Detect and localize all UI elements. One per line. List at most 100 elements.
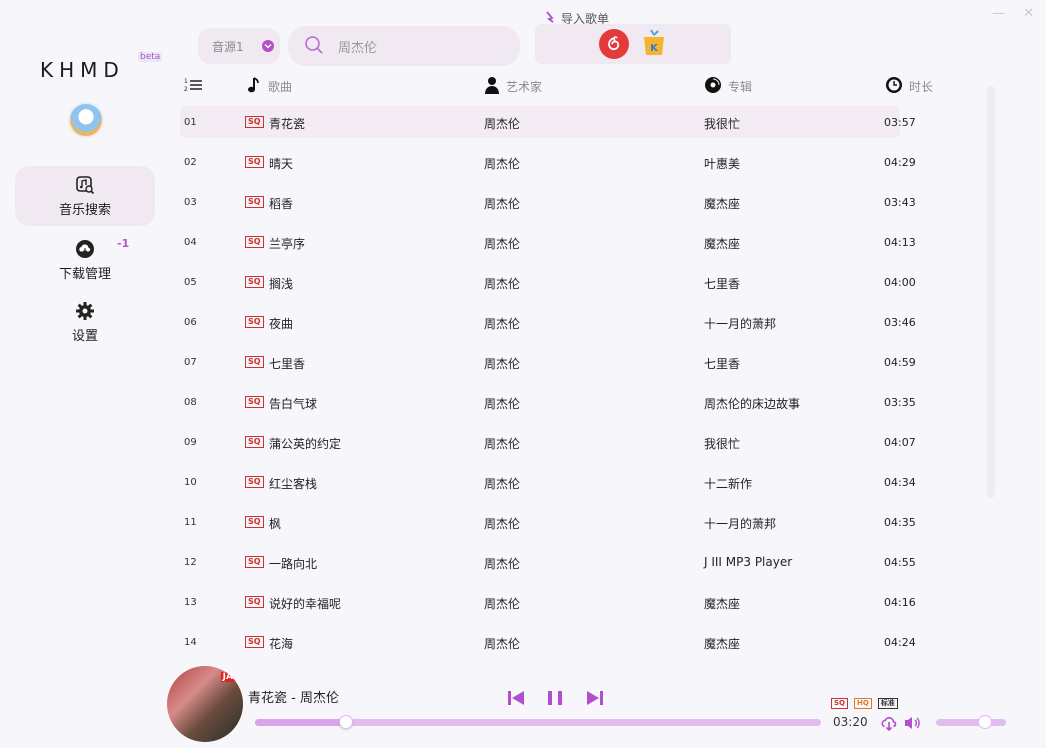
song-artist[interactable]: 周杰伦 — [484, 355, 520, 372]
beta-badge: beta — [138, 52, 163, 62]
song-artist[interactable]: 周杰伦 — [484, 395, 520, 412]
volume-icon[interactable] — [903, 714, 921, 735]
search-input[interactable] — [338, 38, 498, 54]
sq-quality-badge: SQ — [245, 516, 264, 528]
clock-icon — [885, 76, 903, 97]
song-album[interactable]: 魔杰座 — [704, 235, 740, 252]
song-album[interactable]: 七里香 — [704, 355, 740, 372]
import-playlist-panel — [535, 24, 731, 64]
avatar[interactable] — [68, 102, 104, 138]
close-button[interactable]: ✕ — [1023, 6, 1034, 21]
table-row[interactable]: 08 SQ 告白气球 周杰伦 周杰伦的床边故事 03:35 — [180, 386, 916, 418]
song-album[interactable]: 十一月的萧邦 — [704, 315, 776, 332]
sq-quality-badge: SQ — [245, 596, 264, 608]
download-icon[interactable] — [880, 714, 898, 735]
netease-music-icon[interactable] — [599, 29, 629, 59]
song-album[interactable]: 七里香 — [704, 275, 740, 292]
pause-button[interactable] — [545, 688, 565, 711]
song-artist[interactable]: 周杰伦 — [484, 595, 520, 612]
table-row[interactable]: 10 SQ 红尘客栈 周杰伦 十二新作 04:34 — [180, 466, 916, 498]
song-artist[interactable]: 周杰伦 — [484, 515, 520, 532]
search-icon[interactable] — [304, 35, 324, 58]
song-album[interactable]: 魔杰座 — [704, 595, 740, 612]
table-row[interactable]: 01 SQ 青花瓷 周杰伦 我很忙 03:57 — [180, 106, 916, 138]
song-duration: 03:43 — [884, 196, 916, 209]
song-title: 红尘客栈 — [269, 477, 318, 491]
sq-quality-badge: SQ — [245, 316, 264, 328]
table-row[interactable]: 03 SQ 稻香 周杰伦 魔杰座 03:43 — [180, 186, 916, 218]
previous-track-button[interactable] — [506, 688, 526, 711]
song-album[interactable]: 十一月的萧邦 — [704, 515, 776, 532]
song-artist[interactable]: 周杰伦 — [484, 635, 520, 652]
song-artist[interactable]: 周杰伦 — [484, 155, 520, 172]
table-row[interactable]: 11 SQ 枫 周杰伦 十一月的萧邦 04:35 — [180, 506, 916, 538]
song-album[interactable]: J III MP3 Player — [704, 555, 792, 569]
minimize-button[interactable]: — — [992, 6, 1005, 21]
album-cover[interactable]: JA — [167, 666, 243, 742]
song-artist[interactable]: 周杰伦 — [484, 195, 520, 212]
svg-text:K: K — [650, 43, 659, 54]
song-album[interactable]: 魔杰座 — [704, 635, 740, 652]
table-row[interactable]: 04 SQ 兰亭序 周杰伦 魔杰座 04:13 — [180, 226, 916, 258]
playback-progress-bar[interactable] — [255, 715, 821, 729]
song-artist[interactable]: 周杰伦 — [484, 555, 520, 572]
table-row[interactable]: 07 SQ 七里香 周杰伦 七里香 04:59 — [180, 346, 916, 378]
song-duration: 04:29 — [884, 156, 916, 169]
column-header-album[interactable]: 专辑 — [704, 76, 752, 97]
table-row[interactable]: 12 SQ 一路向北 周杰伦 J III MP3 Player 04:55 — [180, 546, 916, 578]
song-title: 夜曲 — [269, 317, 294, 331]
table-row[interactable]: 09 SQ 蒲公英的约定 周杰伦 我很忙 04:07 — [180, 426, 916, 458]
kugou-music-icon[interactable]: K — [640, 29, 668, 59]
sq-quality-badge: SQ — [245, 396, 264, 408]
sidebar-item-download-manager[interactable]: 下载管理 — [15, 230, 155, 290]
song-artist[interactable]: 周杰伦 — [484, 115, 520, 132]
column-header-duration[interactable]: 时长 — [885, 76, 933, 97]
quality-standard-button[interactable]: 标准 — [877, 698, 898, 709]
row-number: 11 — [184, 517, 197, 528]
music-search-icon — [75, 175, 95, 195]
song-album[interactable]: 十二新作 — [704, 475, 752, 492]
sq-quality-badge: SQ — [245, 556, 264, 568]
table-row[interactable]: 02 SQ 晴天 周杰伦 叶惠美 04:29 — [180, 146, 916, 178]
music-source-select[interactable]: 音源1 — [198, 28, 280, 64]
row-number: 01 — [184, 117, 197, 128]
quality-hq-button[interactable]: HQ — [854, 698, 872, 709]
row-number: 13 — [184, 597, 197, 608]
sidebar-item-label: 音乐搜索 — [58, 202, 111, 218]
song-artist[interactable]: 周杰伦 — [484, 235, 520, 252]
song-album[interactable]: 叶惠美 — [704, 155, 740, 172]
volume-slider[interactable] — [936, 715, 1006, 729]
song-album[interactable]: 魔杰座 — [704, 195, 740, 212]
progress-handle[interactable] — [338, 715, 353, 729]
song-title: 七里香 — [269, 357, 306, 371]
table-row[interactable]: 14 SQ 花海 周杰伦 魔杰座 04:24 — [180, 626, 916, 658]
table-row[interactable]: 13 SQ 说好的幸福呢 周杰伦 魔杰座 04:16 — [180, 586, 916, 618]
song-title: 一路向北 — [269, 557, 318, 571]
sidebar: KHMD beta 音乐搜索 下载管理 -1 设置 — [0, 0, 170, 748]
vertical-scrollbar[interactable] — [987, 86, 995, 498]
row-number: 03 — [184, 197, 197, 208]
song-artist[interactable]: 周杰伦 — [484, 275, 520, 292]
song-album[interactable]: 我很忙 — [704, 435, 740, 452]
quality-sq-button[interactable]: SQ — [831, 698, 848, 709]
song-album[interactable]: 周杰伦的床边故事 — [704, 395, 800, 412]
sidebar-item-settings[interactable]: 设置 — [15, 292, 155, 352]
table-row[interactable]: 06 SQ 夜曲 周杰伦 十一月的萧邦 03:46 — [180, 306, 916, 338]
sq-quality-badge: SQ — [245, 156, 264, 168]
song-artist[interactable]: 周杰伦 — [484, 435, 520, 452]
sidebar-item-music-search[interactable]: 音乐搜索 — [15, 166, 155, 226]
song-artist[interactable]: 周杰伦 — [484, 315, 520, 332]
song-album[interactable]: 我很忙 — [704, 115, 740, 132]
column-header-artist[interactable]: 艺术家 — [484, 76, 542, 97]
next-track-button[interactable] — [585, 688, 605, 711]
song-duration: 04:55 — [884, 556, 916, 569]
column-header-title[interactable]: 歌曲 — [246, 76, 292, 97]
song-title: 枫 — [269, 517, 282, 531]
song-artist[interactable]: 周杰伦 — [484, 475, 520, 492]
table-row[interactable]: 05 SQ 搁浅 周杰伦 七里香 04:00 — [180, 266, 916, 298]
row-number: 07 — [184, 357, 197, 368]
volume-handle[interactable] — [978, 715, 992, 729]
song-title: 告白气球 — [269, 397, 318, 411]
song-title: 花海 — [269, 637, 294, 651]
sq-quality-badge: SQ — [245, 196, 264, 208]
